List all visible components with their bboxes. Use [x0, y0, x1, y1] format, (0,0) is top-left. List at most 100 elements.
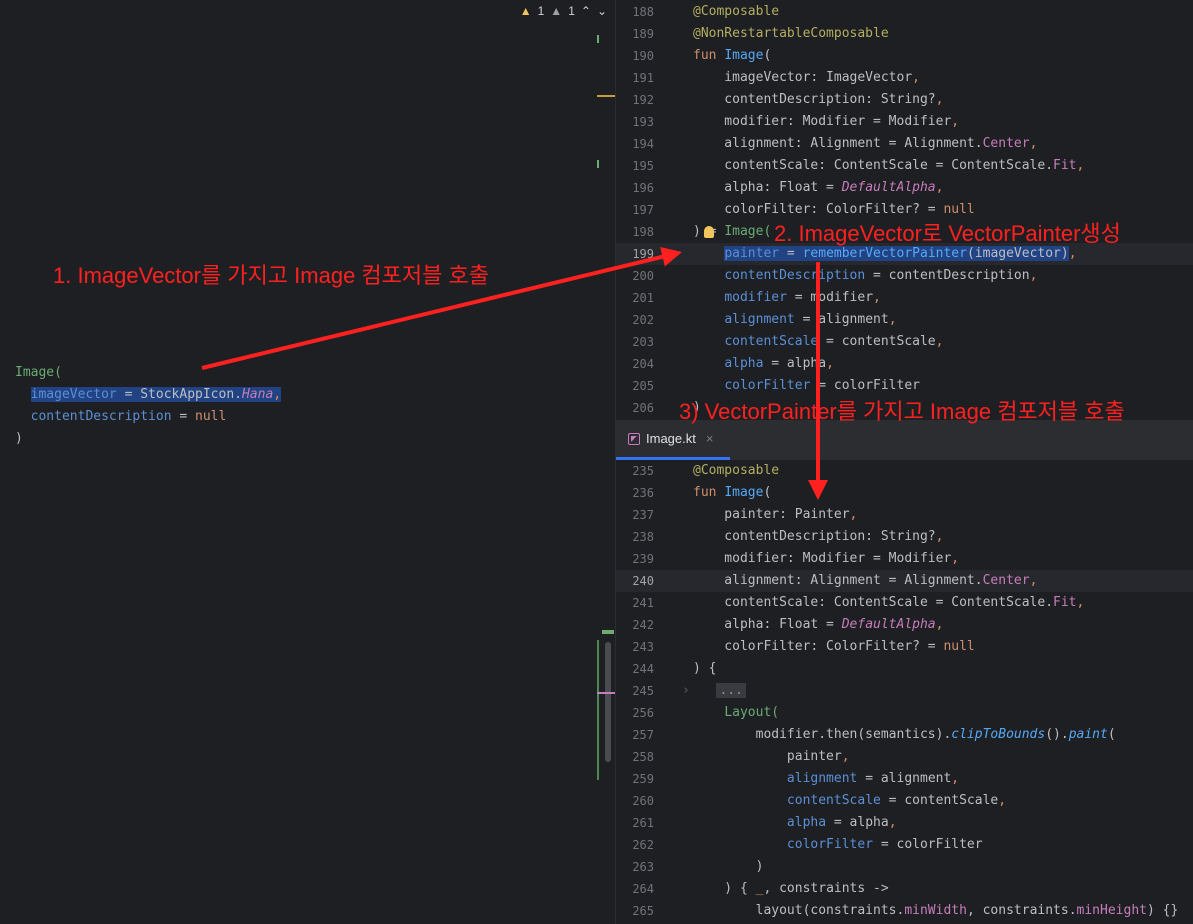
- code-line[interactable]: 204 alpha = alpha,: [616, 353, 1193, 375]
- code-text[interactable]: Layout(: [693, 702, 779, 724]
- code-line[interactable]: 263 ): [616, 856, 1193, 878]
- code-token: colorFilter: ColorFilter? =: [693, 639, 944, 654]
- code-line[interactable]: 203 contentScale = contentScale,: [616, 331, 1193, 353]
- code-line[interactable]: 235 @Composable: [616, 460, 1193, 482]
- code-line[interactable]: 195 contentScale: ContentScale = Content…: [616, 155, 1193, 177]
- code-text[interactable]: @Composable: [693, 460, 779, 482]
- code-token: colorFilter: [724, 378, 811, 393]
- code-text[interactable]: modifier.then(semantics).clipToBounds().…: [693, 724, 1116, 746]
- code-line[interactable]: 258 painter,: [616, 746, 1193, 768]
- code-line[interactable]: 191 imageVector: ImageVector,: [616, 67, 1193, 89]
- code-text[interactable]: alpha: Float = DefaultAlpha,: [693, 614, 943, 636]
- code-line[interactable]: 194 alignment: Alignment = Alignment.Cen…: [616, 133, 1193, 155]
- code-text[interactable]: contentDescription: String?,: [693, 89, 943, 111]
- code-text[interactable]: alignment: Alignment = Alignment.Center,: [693, 133, 1037, 155]
- code-text[interactable]: painter,: [693, 746, 850, 768]
- code-line[interactable]: 190 fun Image(: [616, 45, 1193, 67]
- code-text[interactable]: modifier: Modifier = Modifier,: [693, 111, 959, 133]
- code-text[interactable]: imageVector: ImageVector,: [693, 67, 920, 89]
- code-line[interactable]: 257 modifier.then(semantics).clipToBound…: [616, 724, 1193, 746]
- code-line[interactable]: 242 alpha: Float = DefaultAlpha,: [616, 614, 1193, 636]
- code-line[interactable]: 262 colorFilter = colorFilter: [616, 834, 1193, 856]
- code-line[interactable]: 239 modifier: Modifier = Modifier,: [616, 548, 1193, 570]
- code-text[interactable]: painter: Painter,: [693, 504, 857, 526]
- code-text[interactable]: alpha = alpha,: [693, 812, 897, 834]
- code-line[interactable]: contentDescription = null: [0, 406, 615, 428]
- code-text[interactable]: @Composable: [693, 1, 779, 23]
- code-text[interactable]: ): [15, 428, 23, 450]
- annotation-step2: 2. ImageVector로 VectorPainter생성: [774, 221, 1121, 246]
- top-editor-pane[interactable]: 188 @Composable 189 @NonRestartableComposab…: [616, 0, 1193, 420]
- code-line[interactable]: 237 painter: Painter,: [616, 504, 1193, 526]
- code-text[interactable]: ...: [693, 680, 746, 702]
- code-line[interactable]: 264 ) { _, constraints ->: [616, 878, 1193, 900]
- code-line[interactable]: 259 alignment = alignment,: [616, 768, 1193, 790]
- close-icon[interactable]: ×: [706, 431, 714, 446]
- previous-highlight-icon[interactable]: ⌃: [581, 4, 591, 18]
- code-line[interactable]: 236 fun Image(: [616, 482, 1193, 504]
- code-line[interactable]: 192 contentDescription: String?,: [616, 89, 1193, 111]
- code-text[interactable]: ): [693, 856, 764, 878]
- code-line[interactable]: 202 alignment = alignment,: [616, 309, 1193, 331]
- code-text[interactable]: modifier: Modifier = Modifier,: [693, 548, 959, 570]
- code-text[interactable]: contentScale = contentScale,: [693, 331, 943, 353]
- code-token: Layout(: [724, 705, 780, 720]
- code-line[interactable]: ): [0, 428, 615, 450]
- code-text[interactable]: imageVector = StockAppIcon.Hana,: [15, 384, 282, 406]
- code-text[interactable]: contentScale: ContentScale = ContentScal…: [693, 155, 1084, 177]
- code-line[interactable]: 193 modifier: Modifier = Modifier,: [616, 111, 1193, 133]
- code-text[interactable]: colorFilter = colorFilter: [693, 834, 983, 856]
- code-text[interactable]: contentDescription = contentDescription,: [693, 265, 1037, 287]
- code-token: contentDescription: String?: [693, 529, 936, 544]
- code-line[interactable]: 188 @Composable: [616, 1, 1193, 23]
- code-line[interactable]: 265 layout(constraints.minWidth, constra…: [616, 900, 1193, 922]
- code-text[interactable]: @NonRestartableComposable: [693, 23, 889, 45]
- next-highlight-icon[interactable]: ⌄: [597, 4, 607, 18]
- left-editor-pane[interactable]: ▲ 1 ▲ 1 ⌃ ⌄ Image( imageVector = StockAp…: [0, 0, 616, 924]
- code-text[interactable]: alpha = alpha,: [693, 353, 834, 375]
- code-text[interactable]: ) {: [693, 658, 716, 680]
- code-line[interactable]: 200 contentDescription = contentDescript…: [616, 265, 1193, 287]
- code-line[interactable]: 260 contentScale = contentScale,: [616, 790, 1193, 812]
- bottom-editor-pane[interactable]: 235 @Composable 236 fun Image(237 painter: …: [616, 460, 1193, 924]
- code-text[interactable]: modifier = modifier,: [693, 287, 881, 309]
- code-text[interactable]: contentScale: ContentScale = ContentScal…: [693, 592, 1084, 614]
- code-line[interactable]: imageVector = StockAppIcon.Hana,: [0, 384, 615, 406]
- code-text[interactable]: ) { _, constraints ->: [693, 878, 888, 900]
- code-line[interactable]: 261 alpha = alpha,: [616, 812, 1193, 834]
- code-text[interactable]: alpha: Float = DefaultAlpha,: [693, 177, 943, 199]
- code-text[interactable]: Image(: [15, 362, 62, 384]
- code-line[interactable]: 189 @NonRestartableComposable: [616, 23, 1193, 45]
- code-text[interactable]: layout(constraints.minWidth, constraints…: [693, 900, 1179, 922]
- code-text[interactable]: contentScale = contentScale,: [693, 790, 1006, 812]
- inspection-status[interactable]: ▲ 1 ▲ 1 ⌃ ⌄: [520, 4, 607, 18]
- code-line[interactable]: 243 colorFilter: ColorFilter? = null: [616, 636, 1193, 658]
- tab-image-kt[interactable]: Image.kt ×: [616, 420, 730, 460]
- code-text[interactable]: contentDescription = null: [15, 406, 227, 428]
- code-line[interactable]: 196 alpha: Float = DefaultAlpha,: [616, 177, 1193, 199]
- code-line[interactable]: 238 contentDescription: String?,: [616, 526, 1193, 548]
- code-text[interactable]: colorFilter: ColorFilter? = null: [693, 636, 974, 658]
- code-token: ,: [826, 356, 834, 371]
- code-text[interactable]: alignment = alignment,: [693, 768, 959, 790]
- line-number: 236: [632, 486, 654, 500]
- code-text[interactable]: fun Image(: [693, 45, 771, 67]
- code-line[interactable]: 241 contentScale: ContentScale = Content…: [616, 592, 1193, 614]
- code-line[interactable]: 245 › ...: [616, 680, 1193, 702]
- code-line[interactable]: Image(: [0, 362, 615, 384]
- code-text[interactable]: fun Image(: [693, 482, 771, 504]
- fold-chevron-icon[interactable]: ›: [682, 680, 690, 702]
- scrollbar-thumb[interactable]: [605, 642, 611, 762]
- code-line[interactable]: 256 Layout(: [616, 702, 1193, 724]
- code-text[interactable]: alignment: Alignment = Alignment.Center,: [693, 570, 1037, 592]
- code-line[interactable]: 244) {: [616, 658, 1193, 680]
- code-text[interactable]: contentDescription: String?,: [693, 526, 943, 548]
- code-line[interactable]: 240 alignment: Alignment = Alignment.Cen…: [616, 570, 1193, 592]
- code-line[interactable]: 201 modifier = modifier,: [616, 287, 1193, 309]
- code-token: ...: [716, 683, 746, 698]
- code-text[interactable]: alignment = alignment,: [693, 309, 896, 331]
- code-token: =: [171, 409, 196, 424]
- intention-bulb-icon[interactable]: [704, 226, 714, 238]
